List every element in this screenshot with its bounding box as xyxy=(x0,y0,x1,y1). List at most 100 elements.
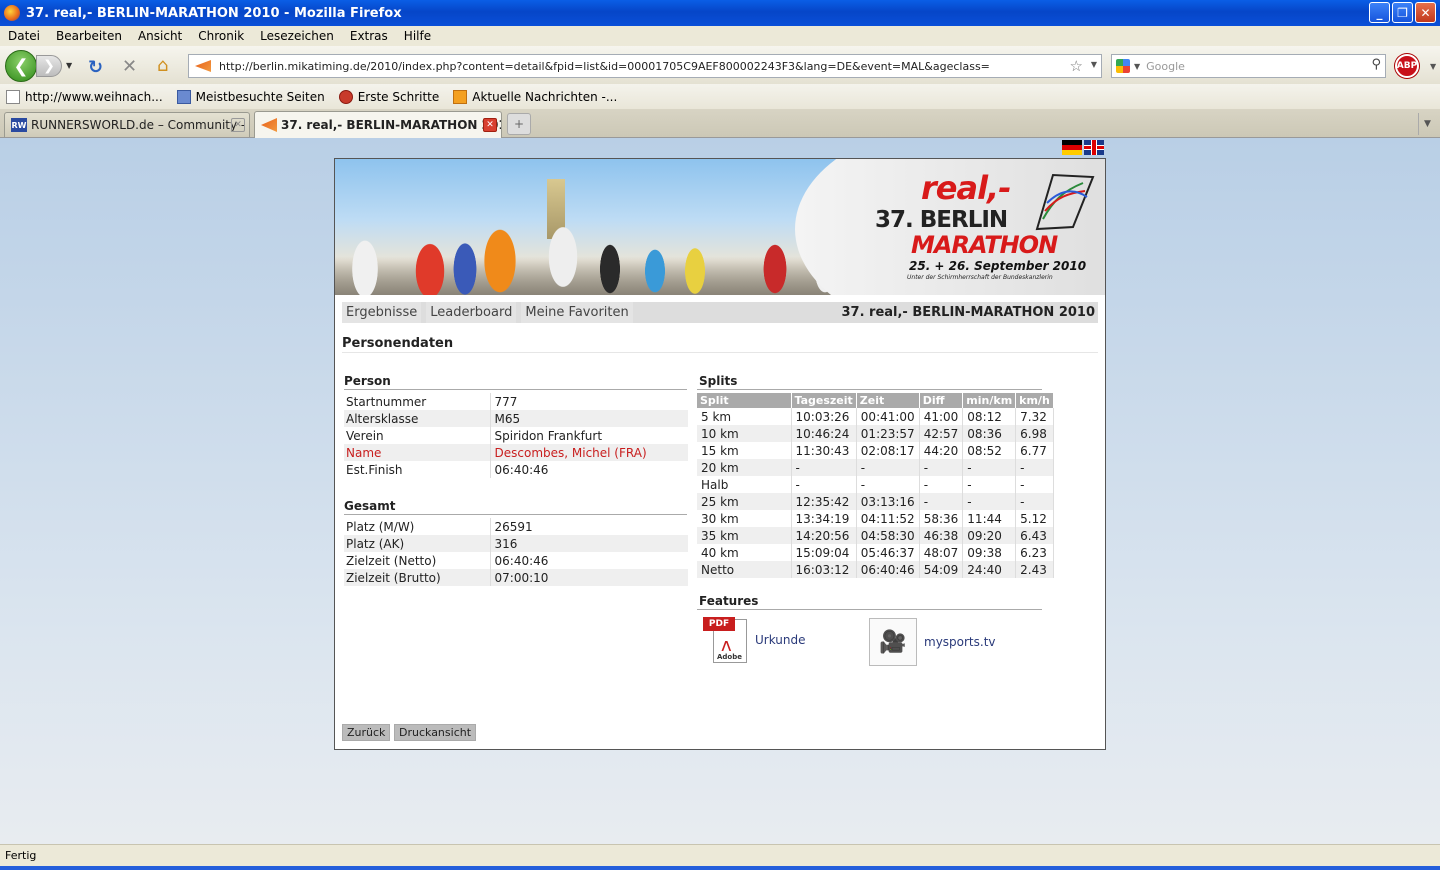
split-cell: - xyxy=(856,459,920,476)
table-row: 5 km 10:03:26 00:41:00 41:00 08:12 7.32 xyxy=(697,408,1055,425)
url-bar[interactable]: http://berlin.mikatiming.de/2010/index.p… xyxy=(188,54,1102,78)
url-dropdown-icon[interactable]: ▼ xyxy=(1091,60,1097,69)
url-text[interactable]: http://berlin.mikatiming.de/2010/index.p… xyxy=(219,60,990,73)
split-cell: 05:46:37 xyxy=(856,544,920,561)
nav-meine-favoriten[interactable]: Meine Favoriten xyxy=(521,302,633,323)
adblock-plus-icon[interactable]: ABP xyxy=(1395,54,1419,78)
minimize-button[interactable]: _ xyxy=(1369,2,1390,23)
uk-flag-icon[interactable] xyxy=(1084,140,1104,155)
search-magnifier-icon[interactable]: ⚲ xyxy=(1371,57,1381,72)
video-camera-icon[interactable]: 🎥 xyxy=(869,618,917,666)
split-cell: - xyxy=(791,459,857,476)
back-link-button[interactable]: Zurück xyxy=(342,724,391,741)
split-cell: 11:30:43 xyxy=(791,442,857,459)
print-view-button[interactable]: Druckansicht xyxy=(394,724,477,741)
table-row: 15 km 11:30:43 02:08:17 44:20 08:52 6.77 xyxy=(697,442,1055,459)
rss-icon xyxy=(453,89,468,104)
search-engine-dropdown-icon[interactable]: ▼ xyxy=(1134,62,1140,71)
features-title: Features xyxy=(699,594,759,608)
page-title: 37. real,- BERLIN-MARATHON 2010 xyxy=(841,305,1095,320)
history-dropdown-icon[interactable]: ▼ xyxy=(66,61,72,70)
search-bar[interactable]: ▼ Google ⚲ xyxy=(1111,54,1386,78)
nav-leaderboard[interactable]: Leaderboard xyxy=(426,302,517,323)
urkunde-link[interactable]: PDF ᴧ Adobe Urkunde xyxy=(703,617,806,663)
menu-lesezeichen[interactable]: Lesezeichen xyxy=(252,29,342,43)
menu-hilfe[interactable]: Hilfe xyxy=(396,29,439,43)
back-button[interactable]: ❮ xyxy=(5,50,37,82)
split-cell: 02:08:17 xyxy=(856,442,920,459)
restore-button[interactable]: ❐ xyxy=(1392,2,1413,23)
split-cell: - xyxy=(791,476,857,493)
bookmark-erste-schritte[interactable]: Erste Schritte xyxy=(338,89,439,104)
split-cell: - xyxy=(962,476,1017,493)
menu-extras[interactable]: Extras xyxy=(342,29,396,43)
forward-button[interactable]: ❯ xyxy=(36,55,62,77)
splits-header-row: Split Tageszeit Zeit Diff min/km km/h xyxy=(697,393,1055,408)
firefox-bookmark-icon xyxy=(338,89,353,104)
field-value: 316 xyxy=(490,535,688,552)
new-tab-button[interactable]: + xyxy=(507,113,531,135)
window-title: 37. real,- BERLIN-MARATHON 2010 - Mozill… xyxy=(26,5,402,21)
column-header: min/km xyxy=(962,393,1017,408)
bookmark-nachrichten[interactable]: Aktuelle Nachrichten -... xyxy=(453,89,617,104)
mikatiming-icon xyxy=(261,118,277,132)
mysports-label[interactable]: mysports.tv xyxy=(924,635,996,649)
bookmark-meistbesuchte[interactable]: Meistbesuchte Seiten xyxy=(176,89,325,104)
table-row: 30 km 13:34:19 04:11:52 58:36 11:44 5.12 xyxy=(697,510,1055,527)
google-icon[interactable] xyxy=(1116,59,1130,73)
table-row: 25 km 12:35:42 03:13:16- - - xyxy=(697,493,1055,510)
split-cell: 2.43 xyxy=(1015,561,1055,578)
table-row: 35 km 14:20:56 04:58:30 46:38 09:20 6.43 xyxy=(697,527,1055,544)
menu-bearbeiten[interactable]: Bearbeiten xyxy=(48,29,130,43)
urkunde-label[interactable]: Urkunde xyxy=(755,633,806,647)
bookmark-weihnach[interactable]: http://www.weihnach... xyxy=(6,89,163,104)
firefox-icon xyxy=(4,5,20,21)
marathon-banner: real,- 37. BERLIN MARATHON 25. + 26. Sep… xyxy=(335,159,1105,295)
runnersworld-icon: RW xyxy=(11,118,27,132)
tab-close-icon[interactable]: ✕ xyxy=(483,118,497,132)
nav-ergebnisse[interactable]: Ergebnisse xyxy=(342,302,422,323)
adobe-label: Adobe xyxy=(717,653,742,661)
section-heading: Personendaten xyxy=(342,336,454,351)
tab-runnersworld[interactable]: RW RUNNERSWORLD.de – Community - Su... ✕ xyxy=(4,112,250,137)
split-cell: 40 km xyxy=(697,544,792,561)
tab-list-icon[interactable]: ▼ xyxy=(1418,113,1436,135)
table-row: Altersklasse M65 xyxy=(344,410,688,427)
split-cell: 00:41:00 xyxy=(856,408,920,425)
banner-date: 25. + 26. September 2010 xyxy=(909,259,1087,273)
pdf-icon[interactable]: PDF ᴧ Adobe xyxy=(703,617,749,663)
mysports-link[interactable]: 🎥 mysports.tv xyxy=(869,618,996,666)
menu-ansicht[interactable]: Ansicht xyxy=(130,29,190,43)
real-logo: real,- xyxy=(921,169,1011,207)
page-icon xyxy=(6,89,20,104)
field-value: Descombes, Michel (FRA) xyxy=(490,444,688,461)
close-window-button[interactable]: ✕ xyxy=(1415,2,1436,23)
home-icon[interactable]: ⌂ xyxy=(157,55,168,76)
split-cell: Netto xyxy=(697,561,792,578)
split-cell: 6.98 xyxy=(1015,425,1055,442)
field-value: M65 xyxy=(490,410,688,427)
search-placeholder[interactable]: Google xyxy=(1146,60,1185,73)
adblock-dropdown-icon[interactable]: ▼ xyxy=(1430,62,1436,71)
split-cell: 08:52 xyxy=(962,442,1017,459)
stop-icon[interactable]: ✕ xyxy=(122,56,137,77)
smart-folder-icon xyxy=(176,89,191,104)
tab-label: RUNNERSWORLD.de – Community - Su... xyxy=(31,118,249,132)
split-cell: - xyxy=(919,459,964,476)
reload-icon[interactable]: ↻ xyxy=(88,57,103,78)
bookmark-star-icon[interactable]: ☆ xyxy=(1070,57,1083,75)
tab-close-icon[interactable]: ✕ xyxy=(231,118,245,132)
split-cell: 58:36 xyxy=(919,510,964,527)
split-cell: 5 km xyxy=(697,408,792,425)
menu-datei[interactable]: Datei xyxy=(0,29,48,43)
tab-berlin-marathon[interactable]: 37. real,- BERLIN-MARATHON 2010 ✕ xyxy=(254,111,502,138)
pdf-tag: PDF xyxy=(703,617,735,631)
field-label: Est.Finish xyxy=(344,461,491,478)
german-flag-icon[interactable] xyxy=(1062,140,1082,155)
banner-title-line1: 37. BERLIN xyxy=(875,207,1008,233)
person-title: Person xyxy=(344,374,391,388)
heading-divider xyxy=(342,352,1098,353)
table-row: 20 km - - - - - xyxy=(697,459,1055,476)
split-cell: 7.32 xyxy=(1015,408,1055,425)
menu-chronik[interactable]: Chronik xyxy=(190,29,252,43)
